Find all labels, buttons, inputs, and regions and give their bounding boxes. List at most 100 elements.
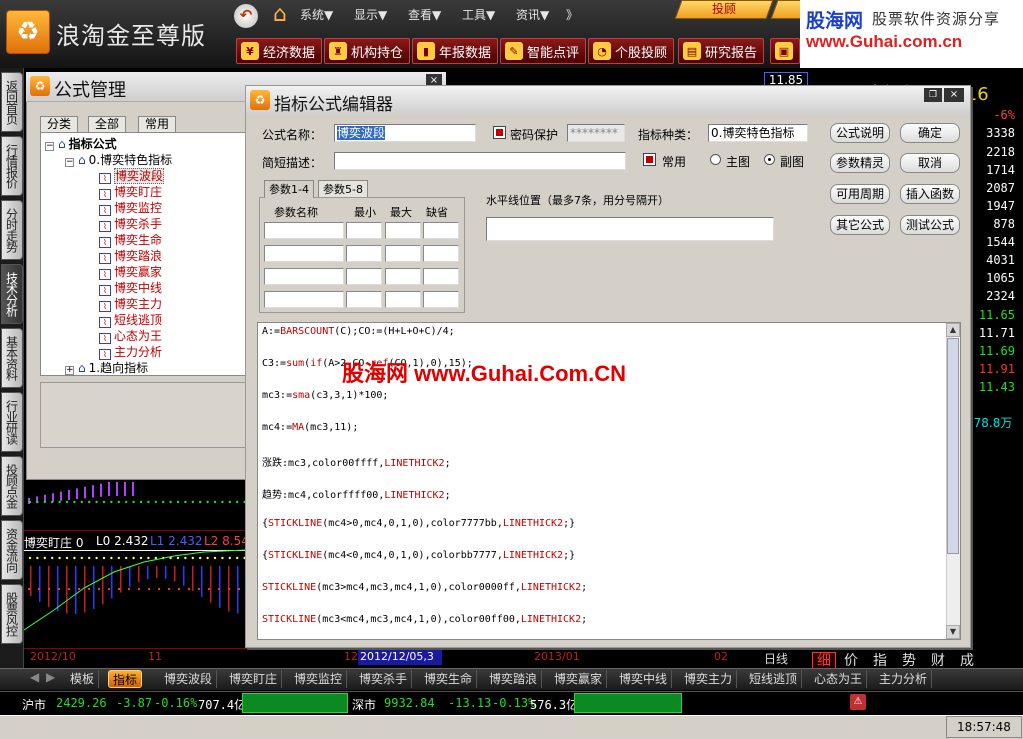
tree-item[interactable]: ⌇ 主力分析 xyxy=(99,343,162,360)
param-cell-input[interactable] xyxy=(346,245,382,262)
param-cell-input[interactable] xyxy=(385,222,421,239)
view-tab-finance[interactable]: 财 xyxy=(931,650,945,670)
password-checkbox[interactable] xyxy=(493,126,506,139)
collapse-icon[interactable]: − xyxy=(65,158,74,167)
invest-advisor-tab[interactable]: 投顾 xyxy=(674,0,774,19)
tree-item[interactable]: ⌇ 博奕监控 xyxy=(99,199,162,216)
menu-view[interactable]: 查看▼ xyxy=(408,6,441,23)
scroll-up-icon[interactable]: ▲ xyxy=(946,323,960,337)
tree-item[interactable]: ⌇ 心态为王 xyxy=(99,327,162,344)
other-formula-button[interactable]: 其它公式 xyxy=(830,215,890,235)
nav-industry[interactable]: 行业研读 xyxy=(1,392,23,452)
param-cell-input[interactable] xyxy=(346,291,382,308)
param-cell-input[interactable] xyxy=(264,245,344,262)
tree-item[interactable]: ⌇ 博奕盯庄 xyxy=(99,183,162,200)
tree-item[interactable]: ⌇ 博奕赢家 xyxy=(99,263,162,280)
scroll-thumb[interactable] xyxy=(947,338,959,554)
indicator-tab[interactable]: 指标 xyxy=(108,670,143,688)
ok-button[interactable]: 确定 xyxy=(900,123,960,143)
param-cell-input[interactable] xyxy=(385,268,421,285)
indicator-item-tab[interactable]: 主力分析 xyxy=(875,670,933,688)
cancel-button[interactable]: 取消 xyxy=(900,153,960,173)
indicator-item-tab[interactable]: 博奕主力 xyxy=(680,670,738,688)
param-cell-input[interactable] xyxy=(423,245,459,262)
more-toolbar-button[interactable]: ▣ xyxy=(770,38,800,64)
menu-system[interactable]: 系统▼ xyxy=(300,6,333,23)
stock-advisor-button[interactable]: ◔ 个股投顾 xyxy=(588,38,675,64)
expand-icon[interactable]: + xyxy=(65,366,74,375)
view-tab-trend[interactable]: 势 xyxy=(902,650,916,670)
template-tab[interactable]: 模板 xyxy=(66,670,100,688)
kind-select[interactable]: 0.博奕特色指标 xyxy=(708,124,808,142)
test-formula-button[interactable]: 测试公式 xyxy=(900,215,960,235)
tree-item[interactable]: ⌇ 博奕中线 xyxy=(99,279,162,296)
tree-group[interactable]: − ⌂ 0.博奕特色指标 xyxy=(65,151,172,168)
menu-display[interactable]: 显示▼ xyxy=(354,6,387,23)
nav-timeshare[interactable]: 分时走势 xyxy=(1,200,23,260)
param-cell-input[interactable] xyxy=(264,222,344,239)
insert-function-button[interactable]: 插入函数 xyxy=(900,184,960,204)
view-tab-price[interactable]: 价 xyxy=(844,650,858,670)
indicator-item-tab[interactable]: 心态为王 xyxy=(810,670,868,688)
tree-group-2[interactable]: + ⌂ 1.趋向指标 xyxy=(65,359,148,375)
tree-item[interactable]: ⌇ 博奕主力 xyxy=(99,295,162,312)
formula-name-input[interactable]: 博奕波段 xyxy=(334,124,476,142)
tree-item[interactable]: ⌇ 博奕杀手 xyxy=(99,215,162,232)
param-cell-input[interactable] xyxy=(385,245,421,262)
param-cell-input[interactable] xyxy=(346,222,382,239)
param-cell-input[interactable] xyxy=(385,291,421,308)
research-report-button[interactable]: ▤ 研究报告 xyxy=(678,38,765,64)
indicator-item-tab[interactable]: 博奕踏浪 xyxy=(485,670,543,688)
view-tab-index[interactable]: 指 xyxy=(873,650,887,670)
indicator-item-tab[interactable]: 博奕监控 xyxy=(290,670,348,688)
nav-technical[interactable]: 技术分析 xyxy=(1,264,23,324)
view-tab-detail[interactable]: 细 xyxy=(812,650,836,670)
indicator-item-tab[interactable]: 博奕中线 xyxy=(615,670,673,688)
alarm-icon[interactable]: ⚠ xyxy=(850,694,866,710)
param-cell-input[interactable] xyxy=(264,291,344,308)
common-checkbox[interactable] xyxy=(643,153,656,166)
menu-more[interactable]: 》 xyxy=(566,6,578,23)
tree-item[interactable]: ⌇ 博奕踏浪 xyxy=(99,247,162,264)
tab-all[interactable]: 全部 xyxy=(88,116,127,132)
menu-info[interactable]: 资讯▼ xyxy=(516,6,549,23)
param-cell-input[interactable] xyxy=(423,291,459,308)
password-input[interactable]: ******** xyxy=(567,124,625,142)
smart-review-button[interactable]: ✎ 智能点评 xyxy=(500,38,587,64)
nav-fundamentals[interactable]: 基本资料 xyxy=(1,328,23,388)
back-icon[interactable]: ↶ xyxy=(234,4,258,28)
home-icon[interactable]: ⌂ xyxy=(266,2,294,28)
nav-advisor[interactable]: 投顾点金 xyxy=(1,456,23,516)
sub-chart-radio[interactable] xyxy=(764,154,775,165)
nav-risk-control[interactable]: 股票风控 xyxy=(1,584,23,644)
tree-item[interactable]: ⌇ 博奕生命 xyxy=(99,231,162,248)
nav-home[interactable]: 返回首页 xyxy=(1,72,23,132)
param-tab-1-4[interactable]: 参数1-4 xyxy=(264,180,314,198)
tree-item[interactable]: ⌇ 博奕波段 xyxy=(99,167,165,184)
available-period-button[interactable]: 可用周期 xyxy=(830,184,890,204)
close-icon[interactable]: × xyxy=(944,88,964,102)
period-selector[interactable]: 日线 xyxy=(764,650,788,667)
institution-holdings-button[interactable]: ♜ 机构持仓 xyxy=(324,38,411,64)
tab-next-icon[interactable]: ▶ xyxy=(46,670,55,684)
indicator-item-tab[interactable]: 博奕盯庄 xyxy=(225,670,283,688)
param-cell-input[interactable] xyxy=(264,268,344,285)
restore-icon[interactable]: ❐ xyxy=(924,88,942,102)
indicator-item-tab[interactable]: 博奕波段 xyxy=(160,670,218,688)
main-chart-radio[interactable] xyxy=(710,154,721,165)
indicator-item-tab[interactable]: 博奕生命 xyxy=(420,670,478,688)
nav-capital-flow[interactable]: 资金流向 xyxy=(1,520,23,580)
formula-help-button[interactable]: 公式说明 xyxy=(830,123,890,143)
param-tab-5-8[interactable]: 参数5-8 xyxy=(318,180,368,198)
collapse-icon[interactable]: − xyxy=(45,142,54,151)
annual-report-button[interactable]: ▮ 年报数据 xyxy=(412,38,499,64)
scroll-down-icon[interactable]: ▼ xyxy=(946,625,960,639)
indicator-item-tab[interactable]: 短线逃顶 xyxy=(745,670,803,688)
nav-quotes[interactable]: 行情报价 xyxy=(1,136,23,196)
param-cell-input[interactable] xyxy=(346,268,382,285)
description-input[interactable] xyxy=(334,152,626,170)
tab-category[interactable]: 分类 xyxy=(40,116,79,132)
view-tab-volume[interactable]: 成 xyxy=(960,650,974,670)
tree-root[interactable]: − ⌂ 指标公式 xyxy=(45,135,117,152)
menu-tools[interactable]: 工具▼ xyxy=(462,6,495,23)
